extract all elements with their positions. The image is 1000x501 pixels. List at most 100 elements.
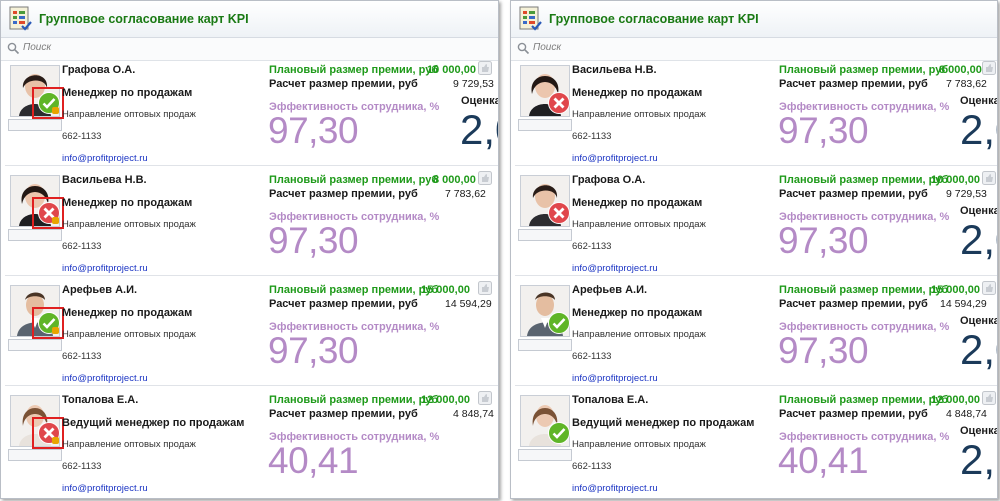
kpi-app-icon xyxy=(519,6,542,31)
calc-bonus-label: Расчет размер премии, руб xyxy=(779,78,928,90)
employee-department: Направление оптовых продаж xyxy=(572,109,706,120)
photo-caption-bar xyxy=(8,449,62,461)
efficiency-value: 97,30 xyxy=(268,330,359,371)
like-icon[interactable] xyxy=(982,61,996,75)
calc-bonus-label: Расчет размер премии, руб xyxy=(779,188,928,200)
check-icon[interactable] xyxy=(548,422,570,444)
like-icon[interactable] xyxy=(982,171,996,185)
employee-email-link[interactable]: info@profitproject.ru xyxy=(572,373,658,384)
employee-department: Направление оптовых продаж xyxy=(572,219,706,230)
search-input[interactable]: Поиск xyxy=(533,42,561,53)
status-highlight-box xyxy=(32,307,64,339)
employee-position: Менеджер по продажам xyxy=(572,87,703,99)
like-icon[interactable] xyxy=(478,281,492,295)
check-icon[interactable] xyxy=(548,312,570,334)
kpi-window-right: Групповое согласование карт KPI Поиск Ва… xyxy=(510,0,998,499)
calc-bonus-value: 4 848,74 xyxy=(453,408,494,420)
plan-bonus-label: Плановый размер премии, руб xyxy=(269,174,439,186)
employee-name: Васильева Н.В. xyxy=(62,174,147,186)
score-value: 2,0 xyxy=(960,106,997,153)
plan-bonus-label: Плановый размер премии, руб xyxy=(269,64,439,76)
employee-card[interactable]: Графова О.А. Менеджер по продажам Направ… xyxy=(515,170,997,276)
employee-position: Ведущий менеджер по продажам xyxy=(572,417,755,429)
employee-name: Васильева Н.В. xyxy=(572,64,657,76)
score-value: 2,0 xyxy=(960,326,997,373)
employee-card[interactable]: Арефьев А.И. Менеджер по продажам Направ… xyxy=(515,280,997,386)
score-value: 2, xyxy=(960,436,996,483)
employee-position: Менеджер по продажам xyxy=(62,307,193,319)
employee-position: Менеджер по продажам xyxy=(572,307,703,319)
calc-bonus-value: 14 594,29 xyxy=(940,298,987,310)
employee-phone: 662-1133 xyxy=(62,351,102,362)
employee-email-link[interactable]: info@profitproject.ru xyxy=(572,263,658,274)
employee-department: Направление оптовых продаж xyxy=(62,219,196,230)
efficiency-value: 97,30 xyxy=(778,330,869,371)
photo-caption-bar xyxy=(8,119,62,131)
title-bar: Групповое согласование карт KPI xyxy=(511,1,997,38)
employee-name: Графова О.А. xyxy=(572,174,646,186)
plan-bonus-value: 15 000,00 xyxy=(931,284,980,296)
employee-phone: 662-1133 xyxy=(62,131,102,142)
calc-bonus-label: Расчет размер премии, руб xyxy=(269,188,418,200)
plan-bonus-label: Плановый размер премии, руб xyxy=(779,64,949,76)
kpi-app-icon xyxy=(9,6,32,31)
efficiency-value: 40,41 xyxy=(778,440,869,481)
employee-name: Топалова Е.А. xyxy=(62,394,139,406)
plan-bonus-label: Плановый размер премии, руб xyxy=(269,284,439,296)
search-bar[interactable]: Поиск xyxy=(511,38,997,61)
employee-email-link[interactable]: info@profitproject.ru xyxy=(62,373,148,384)
employee-name: Графова О.А. xyxy=(62,64,136,76)
employee-card[interactable]: Васильева Н.В. Менеджер по продажам Напр… xyxy=(5,170,498,276)
employee-card[interactable]: Васильева Н.В. Менеджер по продажам Напр… xyxy=(515,60,997,166)
employee-card[interactable]: Топалова Е.А. Ведущий менеджер по продаж… xyxy=(515,390,997,498)
info-marker-icon xyxy=(52,327,59,334)
employee-department: Направление оптовых продаж xyxy=(572,439,706,450)
window-title: Групповое согласование карт KPI xyxy=(39,12,249,26)
efficiency-value: 97,30 xyxy=(268,220,359,261)
cross-icon[interactable] xyxy=(548,202,570,224)
employee-phone: 662-1133 xyxy=(572,241,612,252)
kpi-window-left: Групповое согласование карт KPI Поиск Гр… xyxy=(0,0,499,499)
employee-email-link[interactable]: info@profitproject.ru xyxy=(62,263,148,274)
employee-email-link[interactable]: info@profitproject.ru xyxy=(572,483,658,494)
employee-department: Направление оптовых продаж xyxy=(572,329,706,340)
photo-caption-bar xyxy=(8,229,62,241)
cross-icon[interactable] xyxy=(548,92,570,114)
like-icon[interactable] xyxy=(982,391,996,405)
like-icon[interactable] xyxy=(478,171,492,185)
photo-caption-bar xyxy=(518,229,572,241)
employee-email-link[interactable]: info@profitproject.ru xyxy=(572,153,658,164)
like-icon[interactable] xyxy=(982,281,996,295)
employee-position: Менеджер по продажам xyxy=(62,197,193,209)
employee-phone: 662-1133 xyxy=(62,241,102,252)
employee-card[interactable]: Топалова Е.А. Ведущий менеджер по продаж… xyxy=(5,390,498,498)
employee-department: Направление оптовых продаж xyxy=(62,329,196,340)
calc-bonus-label: Расчет размер премии, руб xyxy=(779,408,928,420)
status-highlight-box xyxy=(32,197,64,229)
photo-caption-bar xyxy=(518,449,572,461)
calc-bonus-value: 14 594,29 xyxy=(445,298,492,310)
efficiency-value: 97,30 xyxy=(778,110,869,151)
search-input[interactable]: Поиск xyxy=(23,42,51,53)
employee-email-link[interactable]: info@profitproject.ru xyxy=(62,483,148,494)
plan-bonus-value: 12 000,00 xyxy=(931,394,980,406)
status-highlight-box xyxy=(32,417,64,449)
search-bar[interactable]: Поиск xyxy=(1,38,498,61)
score-value: 2,0 xyxy=(460,106,498,153)
employee-card[interactable]: Арефьев А.И. Менеджер по продажам Направ… xyxy=(5,280,498,386)
search-icon xyxy=(517,42,530,55)
employee-phone: 662-1133 xyxy=(572,461,612,472)
plan-bonus-label: Плановый размер премии, руб xyxy=(779,174,949,186)
like-icon[interactable] xyxy=(478,61,492,75)
efficiency-value: 97,30 xyxy=(268,110,359,151)
calc-bonus-value: 7 783,62 xyxy=(946,78,987,90)
employee-card[interactable]: Графова О.А. Менеджер по продажам Направ… xyxy=(5,60,498,166)
employee-position: Ведущий менеджер по продажам xyxy=(62,417,245,429)
employee-phone: 662-1133 xyxy=(572,351,612,362)
employee-email-link[interactable]: info@profitproject.ru xyxy=(62,153,148,164)
like-icon[interactable] xyxy=(478,391,492,405)
calc-bonus-label: Расчет размер премии, руб xyxy=(269,408,418,420)
plan-bonus-value: 8 000,00 xyxy=(939,64,982,76)
plan-bonus-value: 15 000,00 xyxy=(421,284,470,296)
calc-bonus-value: 9 729,53 xyxy=(453,78,494,90)
